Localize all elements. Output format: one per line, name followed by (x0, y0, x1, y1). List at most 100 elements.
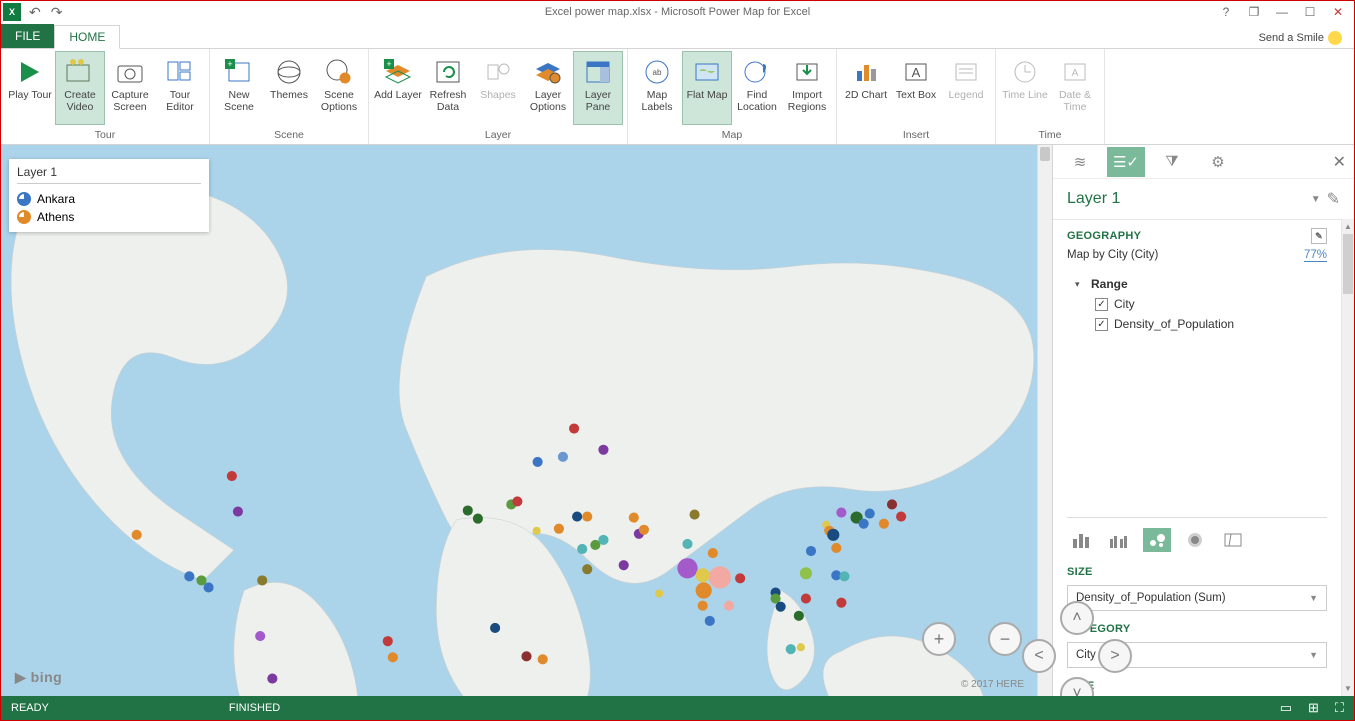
collapse-icon[interactable]: ▾ (1075, 279, 1085, 290)
ribbon-display-icon[interactable]: ❐ (1244, 5, 1264, 19)
status-icon-image[interactable]: ▭ (1280, 700, 1292, 716)
2d-chart-button[interactable]: 2D Chart (841, 51, 891, 125)
data-point[interactable] (490, 623, 500, 633)
map-scrollbar[interactable] (1037, 145, 1052, 696)
zoom-in-button[interactable]: + (922, 622, 956, 656)
map-labels-button[interactable]: abMap Labels (632, 51, 682, 125)
data-point[interactable] (690, 510, 700, 520)
data-point[interactable] (705, 616, 715, 626)
new-scene-button[interactable]: +New Scene (214, 51, 264, 125)
data-point[interactable] (598, 445, 608, 455)
pane-tab-fieldlist-icon[interactable]: ☰✓ (1107, 147, 1145, 177)
edit-geography-icon[interactable]: ✎ (1311, 228, 1327, 244)
data-point[interactable] (724, 601, 734, 611)
data-point[interactable] (682, 539, 692, 549)
create-video-button[interactable]: Create Video (55, 51, 105, 125)
send-a-smile[interactable]: Send a Smile (1247, 28, 1354, 48)
data-point[interactable] (800, 567, 812, 579)
data-point[interactable] (473, 514, 483, 524)
map-viewport[interactable]: Layer 1 AnkaraAthens ˄ ˂ ˃ ˅ + − ▶ bing … (1, 145, 1052, 696)
themes-button[interactable]: Themes (264, 51, 314, 125)
data-point[interactable] (655, 589, 663, 597)
tab-home[interactable]: HOME (54, 25, 120, 49)
nav-left-button[interactable]: ˂ (1022, 639, 1056, 673)
play-tour-button[interactable]: Play Tour (5, 51, 55, 125)
redo-icon[interactable]: ↷ (51, 4, 63, 21)
layer-rename-icon[interactable]: ✎ (1327, 189, 1340, 209)
undo-icon[interactable]: ↶ (29, 4, 41, 21)
pane-close-icon[interactable]: ✕ (1333, 152, 1346, 172)
data-point[interactable] (572, 512, 582, 522)
help-icon[interactable]: ? (1216, 5, 1236, 19)
data-point[interactable] (554, 524, 564, 534)
data-point[interactable] (533, 457, 543, 467)
data-point[interactable] (233, 506, 243, 516)
map-legend-panel[interactable]: Layer 1 AnkaraAthens (9, 159, 209, 232)
pane-scrollbar[interactable]: ▲ ▼ (1341, 219, 1354, 696)
data-point[interactable] (582, 564, 592, 574)
viz-bubble-icon[interactable] (1143, 528, 1171, 552)
data-point[interactable] (709, 566, 731, 588)
data-point[interactable] (797, 643, 805, 651)
data-point[interactable] (836, 598, 846, 608)
data-point[interactable] (538, 654, 548, 664)
data-point[interactable] (801, 594, 811, 604)
checkbox-checked-icon[interactable]: ✓ (1095, 298, 1108, 311)
data-point[interactable] (512, 496, 522, 506)
viz-column-icon[interactable] (1067, 528, 1095, 552)
data-point[interactable] (582, 512, 592, 522)
data-point[interactable] (836, 507, 846, 517)
checkbox-checked-icon[interactable]: ✓ (1095, 318, 1108, 331)
data-point[interactable] (619, 560, 629, 570)
range-node[interactable]: ▾ Range (1075, 274, 1327, 294)
data-point[interactable] (388, 652, 398, 662)
data-point[interactable] (696, 582, 712, 598)
data-point[interactable] (896, 512, 906, 522)
data-point[interactable] (827, 529, 839, 541)
data-point[interactable] (735, 573, 745, 583)
data-point[interactable] (677, 558, 697, 578)
scene-options-button[interactable]: Scene Options (314, 51, 364, 125)
nav-up-button[interactable]: ˄ (1060, 601, 1094, 635)
pane-tab-settings-icon[interactable]: ⚙ (1199, 147, 1237, 177)
data-point[interactable] (533, 527, 541, 535)
data-point[interactable] (227, 471, 237, 481)
status-icon-grid[interactable]: ⊞ (1308, 700, 1319, 716)
status-icon-fullscreen[interactable]: ⛶ (1335, 700, 1344, 716)
data-point[interactable] (696, 568, 710, 582)
add-layer-button[interactable]: +Add Layer (373, 51, 423, 125)
data-point[interactable] (629, 513, 639, 523)
data-point[interactable] (132, 530, 142, 540)
data-point[interactable] (255, 631, 265, 641)
refresh-data-button[interactable]: Refresh Data (423, 51, 473, 125)
data-point[interactable] (204, 582, 214, 592)
capture-screen-button[interactable]: Capture Screen (105, 51, 155, 125)
text-box-button[interactable]: AText Box (891, 51, 941, 125)
data-point[interactable] (598, 535, 608, 545)
data-point[interactable] (794, 611, 804, 621)
data-point[interactable] (879, 519, 889, 529)
layer-pane-button[interactable]: Layer Pane (573, 51, 623, 125)
data-point[interactable] (521, 651, 531, 661)
viz-region-icon[interactable] (1219, 528, 1247, 552)
data-point[interactable] (708, 548, 718, 558)
data-point[interactable] (569, 423, 579, 433)
field-city[interactable]: ✓ City (1075, 294, 1327, 314)
minimize-icon[interactable]: — (1272, 5, 1292, 19)
data-point[interactable] (831, 543, 841, 553)
data-point[interactable] (776, 602, 786, 612)
geography-confidence[interactable]: 77% (1304, 249, 1327, 262)
import-regions-button[interactable]: Import Regions (782, 51, 832, 125)
zoom-out-button[interactable]: − (988, 622, 1022, 656)
flat-map-button[interactable]: Flat Map (682, 51, 732, 125)
tour-editor-button[interactable]: Tour Editor (155, 51, 205, 125)
data-point[interactable] (786, 644, 796, 654)
pane-tab-filter-icon[interactable]: ⧩ (1153, 147, 1191, 177)
tab-file[interactable]: FILE (1, 24, 54, 48)
close-icon[interactable]: ✕ (1328, 5, 1348, 19)
layer-name-dropdown-icon[interactable]: ▼ (1311, 194, 1321, 205)
find-location-button[interactable]: Find Location (732, 51, 782, 125)
size-field-dropdown[interactable]: Density_of_Population (Sum) ▼ (1067, 585, 1327, 611)
data-point[interactable] (865, 508, 875, 518)
layer-options-button[interactable]: Layer Options (523, 51, 573, 125)
